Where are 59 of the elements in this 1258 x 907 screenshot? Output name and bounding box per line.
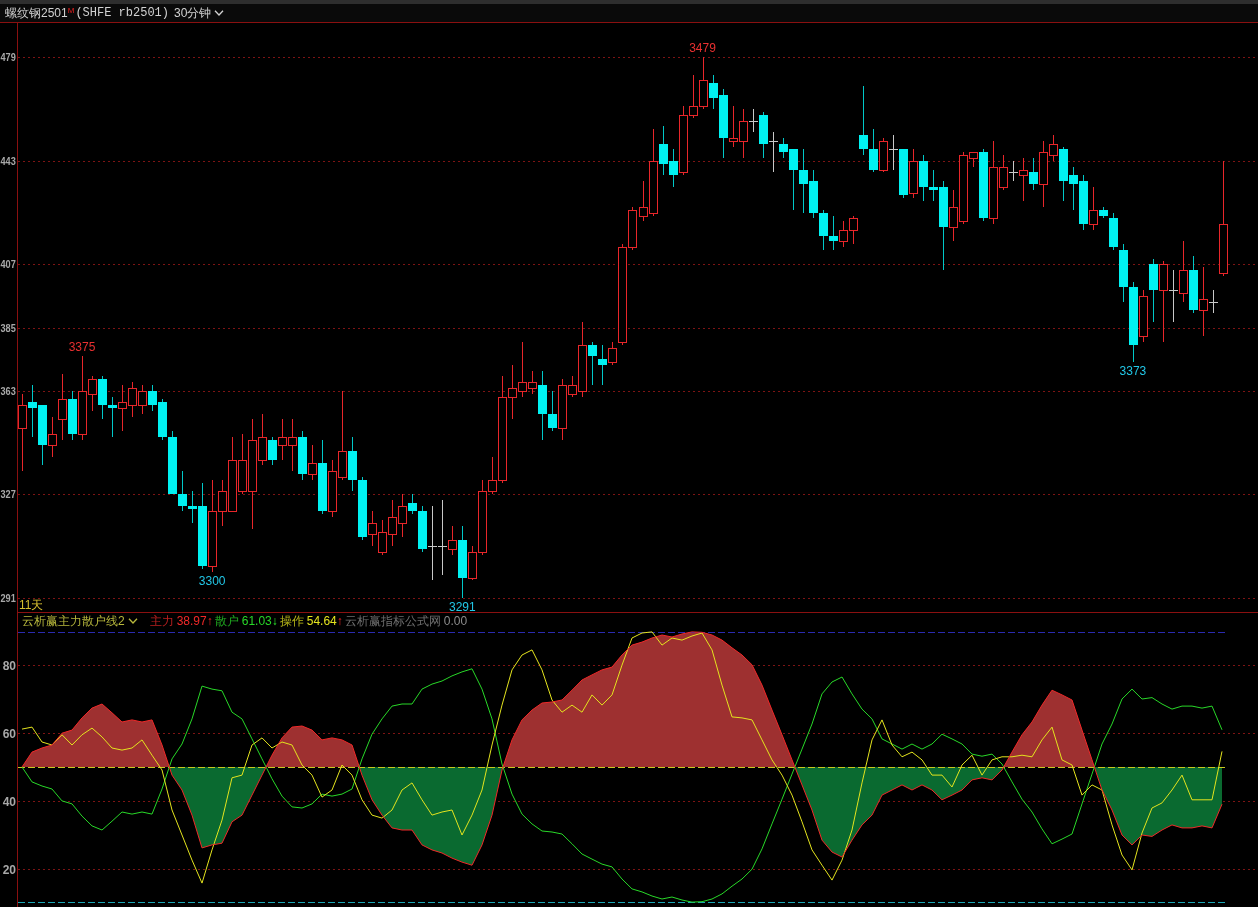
candlestick	[1029, 157, 1038, 191]
candlestick	[1208, 289, 1219, 314]
trend-arrow: ↓	[271, 614, 278, 628]
low-price-label: 3373	[1119, 364, 1147, 379]
price-axis-label: 479	[0, 52, 18, 63]
candlestick	[1199, 266, 1208, 337]
candlestick	[18, 393, 27, 472]
series-name: 主力	[149, 612, 174, 630]
candlestick	[1019, 157, 1028, 202]
series-value: 61.03	[241, 614, 272, 628]
candlestick	[108, 396, 117, 438]
series-value: 0.00	[443, 614, 468, 628]
trend-arrow: ↑	[336, 614, 343, 628]
period-selector[interactable]: 30分钟	[172, 4, 227, 22]
candlestick	[548, 390, 557, 432]
candlestick	[58, 373, 67, 441]
series-value: 54.64	[306, 614, 337, 628]
candlestick	[768, 131, 779, 173]
contract-code: (SHFE rb2501)	[75, 6, 169, 20]
candlestick	[598, 344, 607, 386]
candlestick	[588, 341, 597, 386]
series-value: 38.97	[176, 614, 207, 628]
contract-mark: M	[67, 6, 75, 15]
candlestick	[268, 436, 277, 466]
indicator-selector[interactable]: 云析赢主力散户线2	[22, 612, 138, 630]
candlestick	[1168, 269, 1179, 323]
candlestick	[48, 416, 57, 458]
chevron-down-icon	[127, 618, 138, 624]
candlestick	[819, 209, 828, 251]
series-name: 操作	[279, 612, 304, 630]
price-axis-label: 443	[0, 156, 18, 167]
value-axis-label: 20	[2, 863, 16, 877]
candlestick	[869, 128, 878, 173]
chevron-down-icon	[214, 10, 225, 16]
value-axis-label: 80	[2, 659, 16, 673]
value-axis-label: 40	[2, 795, 16, 809]
price-axis-label: 363	[0, 386, 18, 397]
candlestick	[748, 108, 759, 133]
low-price-label: 3300	[198, 573, 226, 588]
price-axis-label: 327	[0, 489, 18, 500]
visible-range-label: 11天	[19, 598, 44, 612]
price-axis-label: 407	[0, 259, 18, 270]
series-name: 云析赢指标公式网	[344, 612, 441, 630]
price-axis-label: 385	[0, 323, 18, 334]
candlestick	[1159, 260, 1168, 343]
candlestick	[859, 85, 868, 156]
high-price-label: 3375	[68, 340, 96, 355]
trend-arrow: ↑	[206, 614, 213, 628]
series-name: 散户	[214, 612, 239, 630]
candlestick	[888, 134, 899, 171]
candlestick	[178, 470, 187, 512]
symbol-name: 螺纹钢2501	[5, 4, 68, 22]
high-price-label: 3479	[689, 41, 716, 56]
candlestick	[408, 493, 417, 515]
value-axis-label: 60	[2, 727, 16, 741]
candlestick	[1008, 160, 1019, 182]
low-price-label: 3291	[449, 599, 476, 613]
price-axis-label: 291	[0, 593, 18, 604]
candlestick	[829, 215, 838, 251]
